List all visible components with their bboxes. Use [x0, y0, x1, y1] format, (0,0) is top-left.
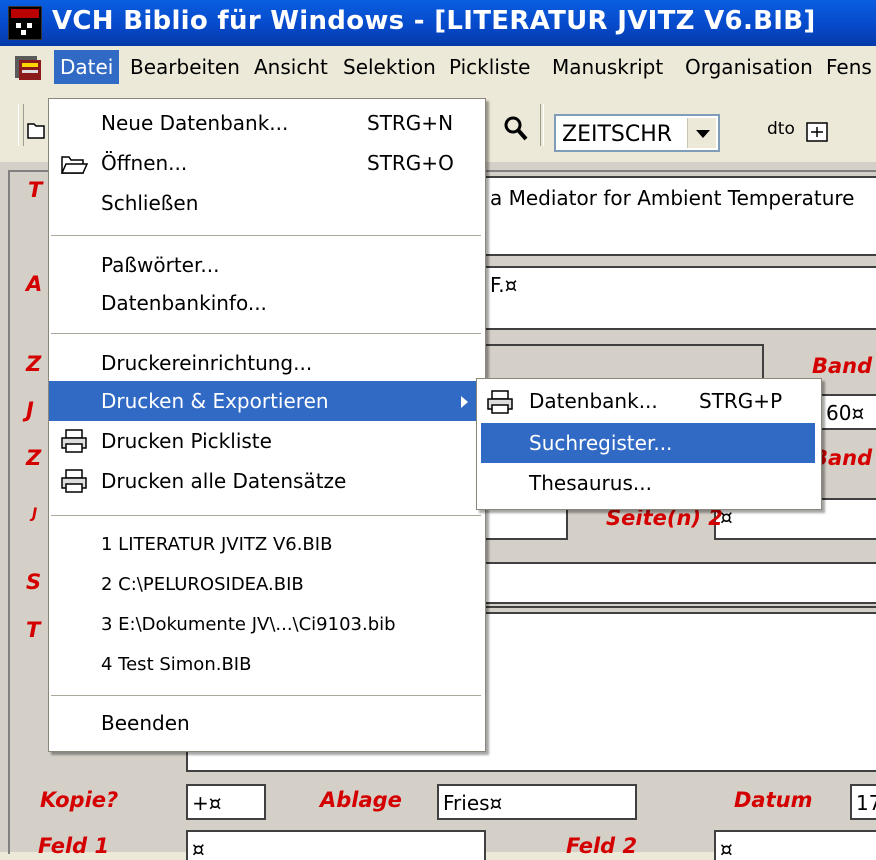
menu-item-print-picklist[interactable]: Drucken Pickliste: [49, 421, 485, 461]
dto-label: dto: [767, 119, 795, 139]
search-icon[interactable]: [502, 114, 530, 144]
menu-item-recent-3[interactable]: 3 E:\Dokumente JV\...\Ci9103.bib: [49, 605, 485, 645]
label-feld2: Feld 2: [566, 834, 638, 858]
submenu-item-search-index[interactable]: Suchregister...: [481, 423, 815, 463]
menu-separator: [51, 235, 481, 236]
menu-item-print-all[interactable]: Drucken alle Datensätze: [49, 461, 485, 501]
menu-item-label: 1 LITERATUR JVITZ V6.BIB: [101, 534, 333, 555]
menu-separator: [51, 515, 481, 516]
menu-item-exit[interactable]: Beenden: [49, 703, 485, 743]
open-folder-icon[interactable]: [26, 118, 46, 140]
menu-ansicht[interactable]: Ansicht: [248, 50, 334, 84]
label-j2: J: [32, 506, 38, 522]
window-title: VCH Biblio für Windows - [LITERATUR JVIT…: [52, 6, 816, 36]
menu-item-label: Druckereinrichtung...: [101, 351, 313, 375]
menu-item-label: Drucken & Exportieren: [101, 389, 329, 413]
app-icon[interactable]: [8, 6, 42, 40]
menu-item-label: Datenbankinfo...: [101, 291, 267, 315]
label-z: Z: [26, 352, 42, 376]
label-t: T: [28, 178, 43, 202]
menu-item-label: Beenden: [101, 711, 190, 735]
title-field[interactable]: a Mediator for Ambient Temperature: [484, 176, 876, 256]
author-field[interactable]: F.¤: [484, 266, 876, 330]
field-selector-combo[interactable]: ZEITSCHR: [554, 114, 720, 152]
document-icon[interactable]: [13, 52, 43, 82]
menu-organisation[interactable]: Organisation: [679, 50, 819, 84]
menu-datei[interactable]: Datei: [54, 50, 120, 84]
menu-item-label: 3 E:\Dokumente JV\...\Ci9103.bib: [101, 614, 396, 635]
menu-pickliste[interactable]: Pickliste: [443, 50, 536, 84]
toolbar-grip[interactable]: [18, 104, 24, 146]
menu-item-print-export[interactable]: Drucken & Exportieren: [49, 381, 485, 421]
field-selector-value: ZEITSCHR: [562, 122, 673, 147]
submenu-item-thesaurus[interactable]: Thesaurus...: [477, 463, 821, 503]
subject-field[interactable]: [484, 562, 876, 604]
label-feld1: Feld 1: [38, 834, 110, 858]
menu-item-recent-2[interactable]: 2 C:\PELUROSIDEA.BIB: [49, 565, 485, 605]
menu-item-shortcut: STRG+O: [367, 151, 454, 175]
printer-icon: [61, 429, 87, 453]
submenu-arrow-icon: [461, 396, 468, 408]
menu-item-recent-1[interactable]: 1 LITERATUR JVITZ V6.BIB: [49, 525, 485, 565]
menu-separator: [51, 333, 481, 334]
menu-item-label: Suchregister...: [529, 431, 673, 455]
menu-item-label: Drucken alle Datensätze: [101, 469, 347, 493]
menu-fenster[interactable]: Fens: [820, 50, 876, 84]
menu-item-close[interactable]: Schließen: [49, 183, 485, 223]
menu-item-database-info[interactable]: Datenbankinfo...: [49, 283, 485, 323]
menu-item-label: Thesaurus...: [529, 471, 652, 495]
menu-item-shortcut: STRG+N: [367, 111, 454, 135]
menu-item-label: Drucken Pickliste: [101, 429, 272, 453]
menu-item-label: 4 Test Simon.BIB: [101, 654, 252, 675]
printer-icon: [61, 469, 87, 493]
menu-bearbeiten[interactable]: Bearbeiten: [124, 50, 246, 84]
journal-field-border: [484, 344, 764, 346]
year-field[interactable]: 60¤: [820, 394, 876, 430]
menu-selektion[interactable]: Selektion: [337, 50, 442, 84]
feld1-field[interactable]: ¤: [186, 830, 486, 860]
chevron-down-icon[interactable]: [687, 118, 716, 148]
menu-item-recent-4[interactable]: 4 Test Simon.BIB: [49, 645, 485, 685]
label-z2: Z: [26, 446, 42, 470]
menu-item-new-database[interactable]: Neue Datenbank... STRG+N: [49, 103, 485, 143]
label-j: J: [26, 398, 34, 422]
menu-item-shortcut: STRG+P: [699, 389, 783, 413]
ablage-field[interactable]: Fries¤: [437, 784, 637, 820]
menu-separator: [51, 695, 481, 696]
expand-plus-icon[interactable]: [806, 122, 828, 142]
label-band: Band: [812, 354, 873, 378]
title-bar: VCH Biblio für Windows - [LITERATUR JVIT…: [0, 0, 876, 46]
label-kopie: Kopie?: [40, 788, 119, 812]
datum-field[interactable]: 17: [850, 784, 876, 820]
menu-item-printer-setup[interactable]: Druckereinrichtung...: [49, 343, 485, 383]
datei-menu: Neue Datenbank... STRG+N Öffnen... STRG+…: [48, 98, 486, 752]
label-a: A: [26, 272, 43, 296]
label-datum: Datum: [734, 788, 813, 812]
label-t2: T: [26, 618, 41, 642]
menu-item-label: Schließen: [101, 191, 199, 215]
feld2-field[interactable]: ¤: [714, 830, 876, 860]
open-folder-icon: [60, 156, 89, 174]
printer-icon: [487, 390, 513, 414]
menu-item-open[interactable]: Öffnen... STRG+O: [49, 143, 485, 183]
kopie-field[interactable]: +¤: [186, 784, 266, 820]
submenu-item-database[interactable]: Datenbank... STRG+P: [477, 381, 821, 421]
menu-item-passwords[interactable]: Paßwörter...: [49, 245, 485, 285]
menu-item-label: Datenbank...: [529, 389, 658, 413]
menu-manuskript[interactable]: Manuskript: [546, 50, 669, 84]
toolbar-separator: [540, 104, 544, 146]
menu-item-label: 2 C:\PELUROSIDEA.BIB: [101, 574, 304, 595]
print-export-submenu: Datenbank... STRG+P Suchregister... Thes…: [476, 378, 822, 510]
label-ablage: Ablage: [320, 788, 402, 812]
menu-item-label: Paßwörter...: [101, 253, 220, 277]
menu-item-label: Öffnen...: [101, 151, 188, 175]
section-divider: [484, 606, 876, 608]
label-s: S: [26, 570, 42, 594]
menu-item-label: Neue Datenbank...: [101, 111, 289, 135]
